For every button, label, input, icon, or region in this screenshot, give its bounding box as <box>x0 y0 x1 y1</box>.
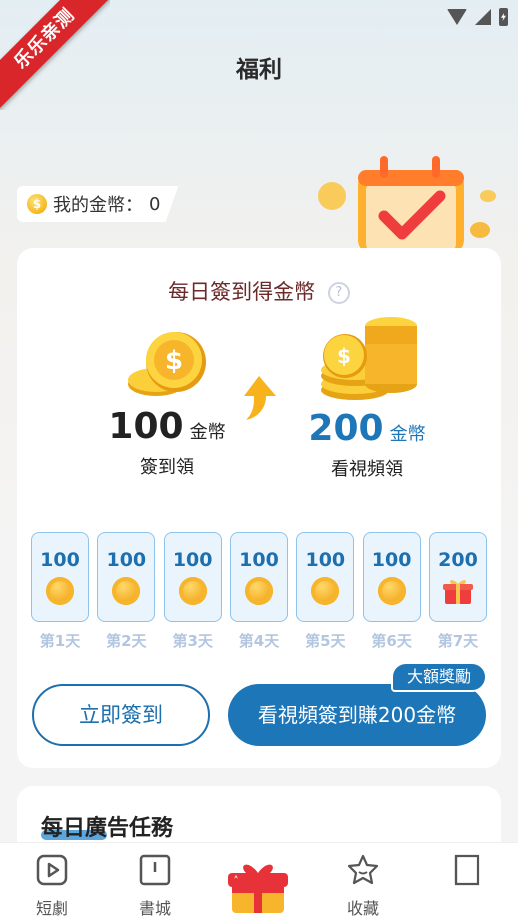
wifi-icon <box>447 9 467 25</box>
nav-label: 書城 <box>138 899 171 918</box>
signal-icon <box>475 9 491 25</box>
nav-label: 收藏 <box>346 899 379 918</box>
tasks-title: 每日廣告任務 <box>41 810 173 842</box>
coin-icon <box>178 577 207 605</box>
svg-text:$: $ <box>165 346 183 376</box>
day-item[interactable]: 100 第4天 <box>229 532 288 651</box>
coin-icon <box>311 577 340 605</box>
checkin-title-text: 每日簽到得金幣 <box>168 280 316 304</box>
nav-item-bookstore[interactable]: 書城 <box>120 853 190 919</box>
gift-icon[interactable] <box>226 855 290 915</box>
day-label: 第7天 <box>437 632 479 650</box>
nav-label: 短劇 <box>35 899 68 918</box>
coin-icon <box>377 577 406 605</box>
checkin-title: 每日簽到得金幣 ? <box>17 276 501 306</box>
day-label: 第2天 <box>106 632 147 650</box>
day-item[interactable]: 100 第6天 <box>362 532 421 651</box>
nav-item-profile[interactable] <box>432 853 502 895</box>
signin-sub: 簽到領 <box>140 457 194 478</box>
nav-item-favorites[interactable]: 收藏 <box>328 853 398 919</box>
day-label: 第4天 <box>238 632 280 650</box>
battery-icon <box>499 8 508 26</box>
play-icon <box>36 854 68 886</box>
day-value: 100 <box>172 549 213 571</box>
coin-stack-icon: $ <box>128 332 206 396</box>
coin-icon <box>112 577 141 605</box>
day-value: 100 <box>371 549 412 571</box>
checkin-days: 100 第1天 100 第2天 100 第3天 100 第4天 100 第5天 … <box>31 532 487 651</box>
watch-video-signin-button[interactable]: 看視頻簽到賺200金幣 <box>228 684 486 746</box>
day-item[interactable]: 100 第2天 <box>97 532 156 651</box>
star-icon <box>347 854 379 885</box>
day-label: 第3天 <box>172 632 213 650</box>
tasks-title-text: 每日廣告任務 <box>41 816 174 841</box>
book-icon <box>139 854 171 886</box>
day-value: 100 <box>40 549 80 571</box>
help-icon[interactable]: ? <box>327 282 350 304</box>
coin-pile-icon: $ <box>321 317 417 400</box>
day-label: 第1天 <box>39 632 81 650</box>
gold-value: 0 <box>149 193 161 215</box>
calendar-illustration <box>318 156 496 250</box>
day-value: 200 <box>438 549 478 571</box>
nav-item-short-drama[interactable]: 短劇 <box>17 853 87 919</box>
signin-unit: 金幣 <box>189 422 226 443</box>
coin-icon <box>244 577 273 605</box>
day-value: 100 <box>239 549 279 571</box>
day-item[interactable]: 100 第3天 <box>163 532 222 651</box>
video-sub: 看視頻領 <box>331 459 403 480</box>
day-item[interactable]: 100 第5天 <box>296 532 355 651</box>
gold-label: 我的金幣： <box>53 195 143 216</box>
video-amount: 200 <box>308 408 384 449</box>
checkin-card: 每日簽到得金幣 ? $ 100 金幣 簽到領 $ 200 金幣 看視頻領 100… <box>17 248 501 768</box>
bottom-nav: 短劇 書城 收藏 <box>0 842 518 922</box>
signin-amount: 100 <box>108 406 184 447</box>
bookmark-icon <box>454 854 480 886</box>
reward-video: $ 200 金幣 看視頻領 <box>267 317 467 481</box>
day-value: 100 <box>305 549 346 571</box>
bonus-badge: 大額獎勵 <box>391 662 488 692</box>
page-title: 福利 <box>236 57 282 83</box>
reward-signin: $ 100 金幣 簽到領 <box>67 328 267 479</box>
day-item[interactable]: 100 第1天 <box>31 532 89 651</box>
day-item[interactable]: 200 第7天 <box>428 532 487 651</box>
coin-icon <box>46 577 74 605</box>
day-value: 100 <box>106 549 147 571</box>
gold-balance: $ 我的金幣： 0 <box>17 186 179 222</box>
day-label: 第5天 <box>305 632 346 650</box>
video-unit: 金幣 <box>389 424 426 445</box>
sign-in-button[interactable]: 立即簽到 <box>32 684 210 746</box>
svg-text:$: $ <box>337 344 351 368</box>
coin-icon: $ <box>27 194 47 214</box>
day-label: 第6天 <box>371 632 412 650</box>
gift-icon <box>442 580 473 604</box>
